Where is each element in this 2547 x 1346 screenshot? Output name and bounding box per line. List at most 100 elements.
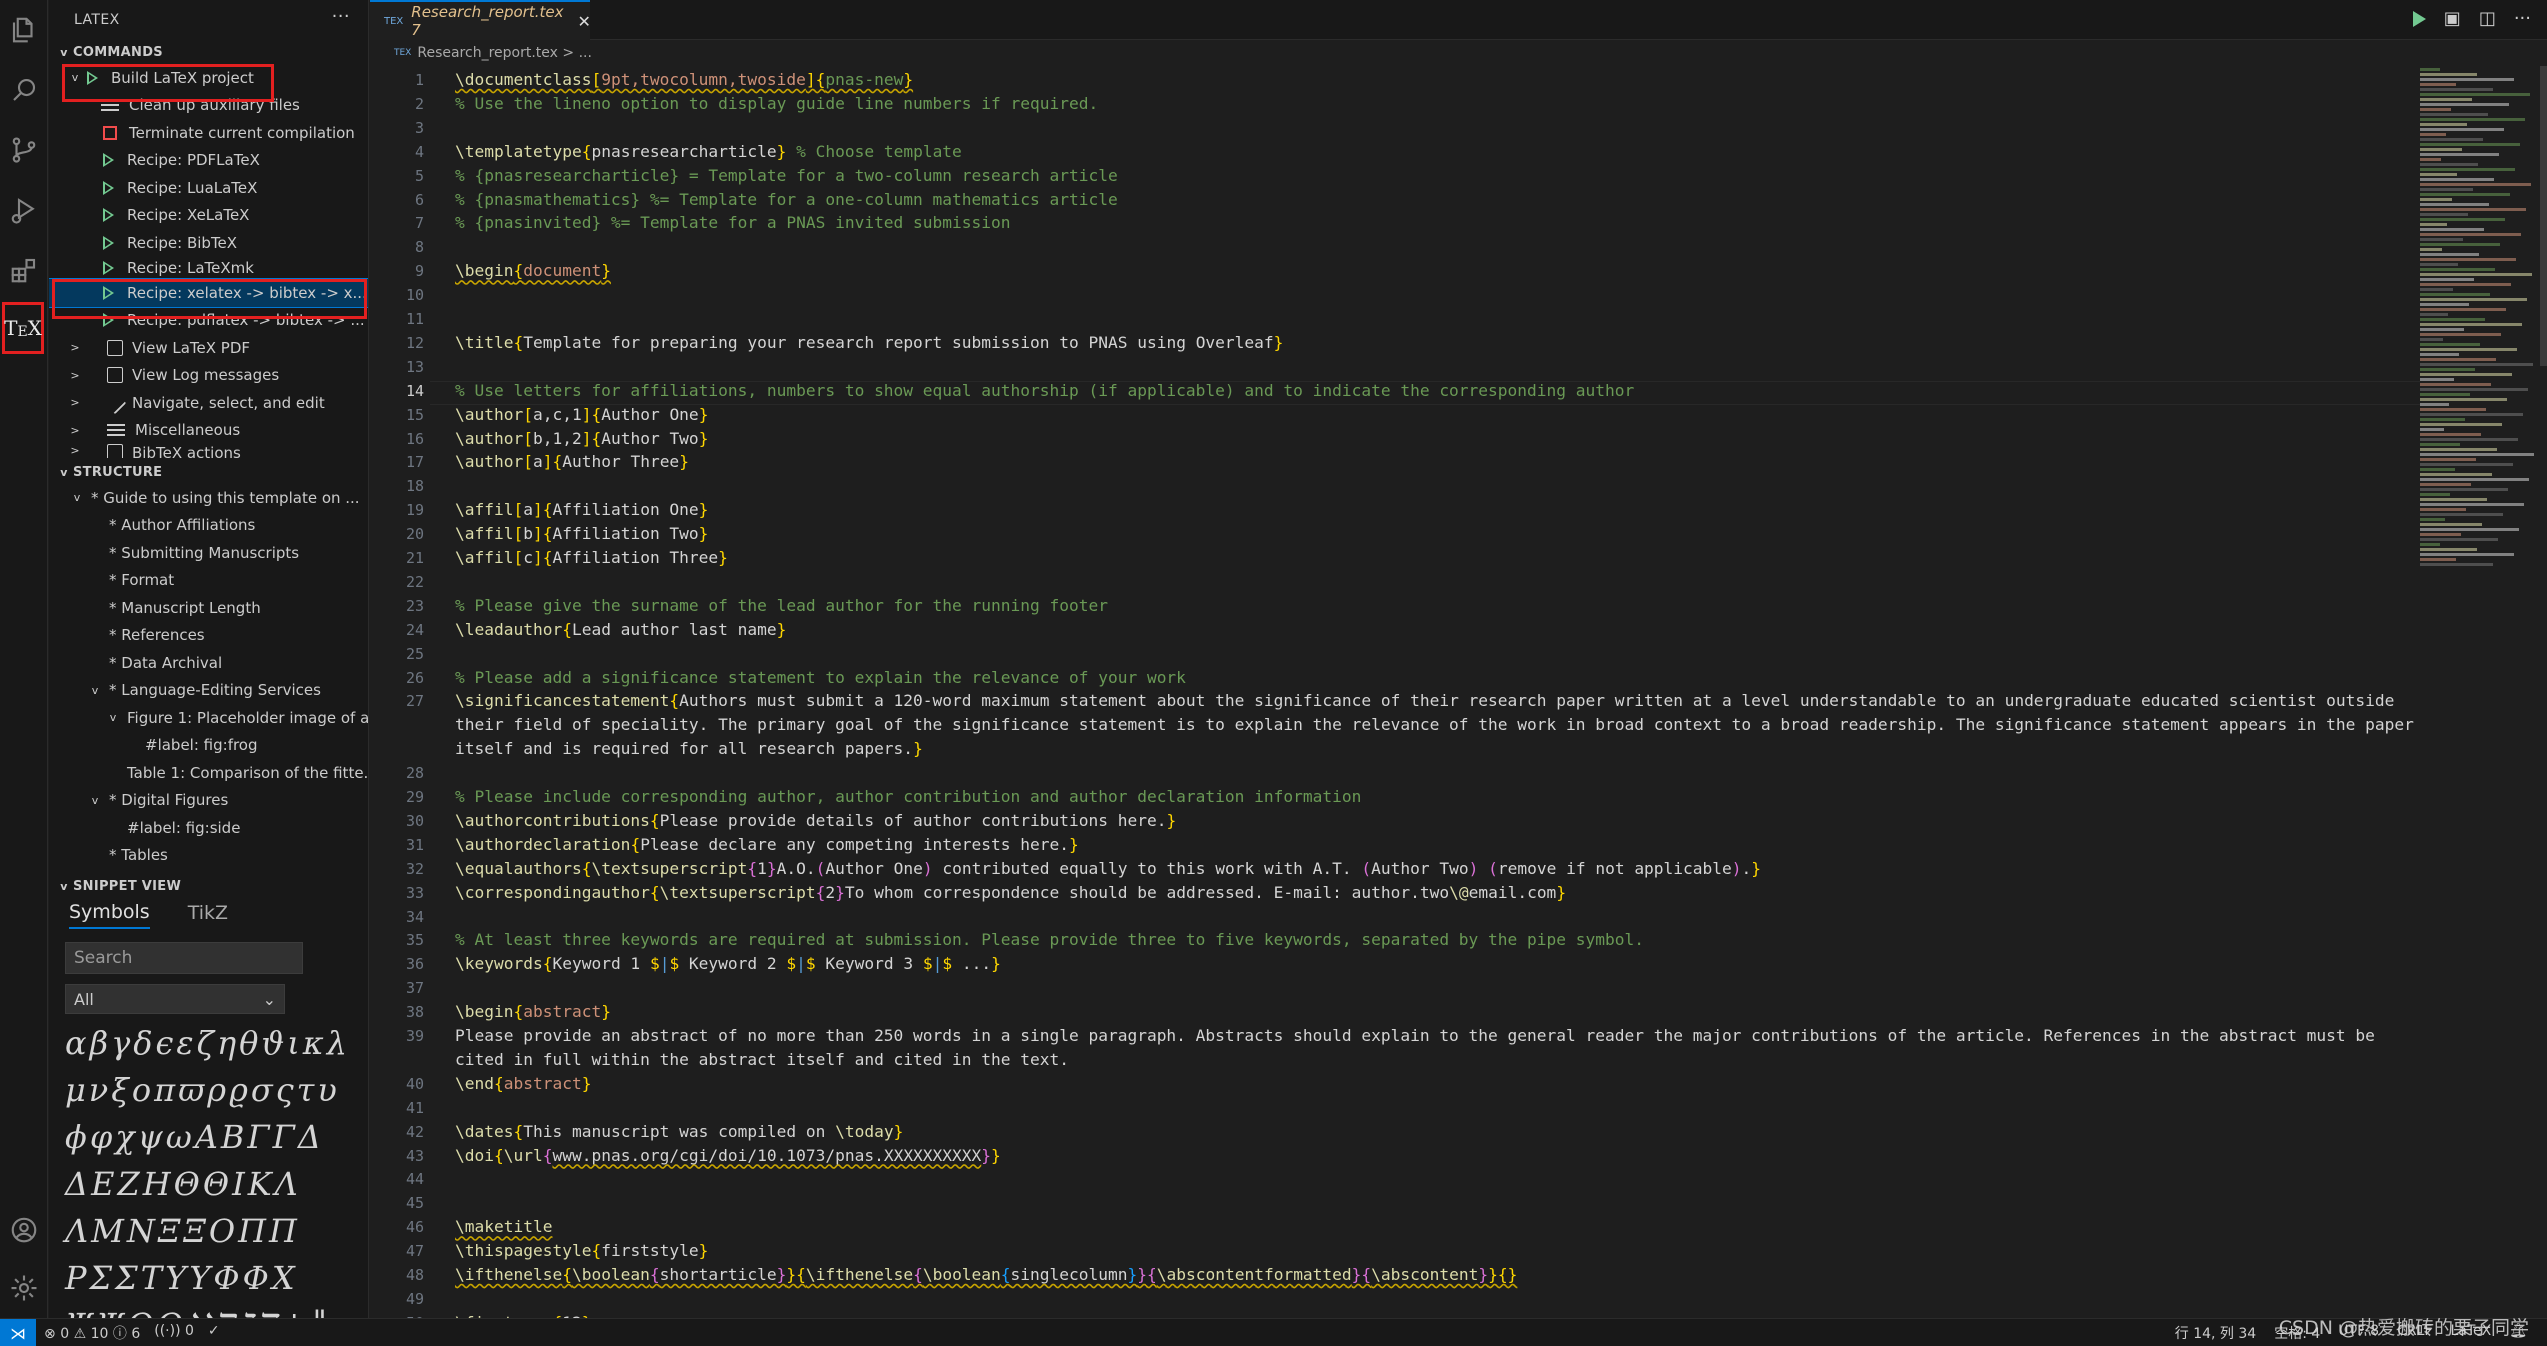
snippet-search-input[interactable]: Search (65, 942, 303, 974)
run-debug-icon[interactable] (0, 184, 48, 236)
build-run-icon[interactable] (2412, 11, 2426, 27)
close-icon[interactable]: ✕ (578, 12, 591, 31)
recipe-latexmk[interactable]: Recipe: LaTeXmk (49, 257, 368, 279)
cursor-position[interactable]: 行 14, 列 34 (2175, 1323, 2256, 1343)
structure-item[interactable]: v * Digital Figures (49, 787, 368, 815)
code-line[interactable]: % {pnasmathematics} %= Template for a on… (455, 190, 1118, 209)
command-terminate[interactable]: Terminate current compilation (49, 119, 368, 147)
code-line[interactable]: % Please add a significance statement to… (455, 668, 1186, 687)
structure-item[interactable]: v Figure 1: Placeholder image of a... (49, 704, 368, 732)
structure-item[interactable]: * Data Archival (49, 649, 368, 677)
symbol-row[interactable]: ΨΨΩΩℵℶℷℸ⊥∥ (49, 1302, 368, 1318)
structure-item[interactable]: * References (49, 622, 368, 650)
code-line[interactable]: \affil[a]{Affiliation One} (455, 500, 708, 519)
command-build[interactable]: v Build LaTeX project (49, 64, 368, 92)
symbol-row[interactable]: ΔΕΖΗΘΘΙΚΛ (49, 1161, 368, 1208)
code-line[interactable]: % Please include corresponding author, a… (455, 787, 1361, 806)
code-line[interactable]: \templatetype{pnasresearcharticle} % Cho… (455, 142, 962, 161)
problems-indicator[interactable]: ⊗ 0 ⚠ 10 ⓘ 6 (44, 1323, 140, 1343)
code-line[interactable]: \thispagestyle{firststyle} (455, 1241, 708, 1260)
search-icon[interactable] (0, 64, 48, 116)
tab-research-report[interactable]: TEX Research_report.tex 7 ✕ (370, 0, 591, 40)
account-icon[interactable] (0, 1204, 48, 1256)
code-line[interactable]: % Use the lineno option to display guide… (455, 94, 1098, 113)
ports-indicator[interactable]: ((·)) 0 (154, 1323, 194, 1343)
symbol-row[interactable]: ϕφχψωΑΒΓΓΔ (49, 1114, 368, 1161)
code-line[interactable]: % Use letters for affiliations, numbers … (455, 381, 1634, 400)
symbol-row[interactable]: μνξοπϖρϱσςτυ (49, 1067, 368, 1114)
code-line[interactable]: \equalauthors{\textsuperscript{1}A.O.(Au… (455, 859, 1761, 878)
command-view-log[interactable]: > View Log messages (49, 362, 368, 390)
code-line[interactable]: \begin{abstract} (455, 1002, 611, 1021)
recipe-pdflatex-bibtex-chain[interactable]: Recipe: pdflatex -> bibtex -> ... (49, 307, 368, 335)
code-line[interactable]: \significancestatement{Authors must subm… (455, 691, 2394, 710)
code-line[interactable]: \authordeclaration{Please declare any co… (455, 835, 1079, 854)
code-line[interactable]: \keywords{Keyword 1 $|$ Keyword 2 $|$ Ke… (455, 954, 1001, 973)
tex-icon[interactable]: TEX (2, 302, 44, 354)
command-misc[interactable]: > Miscellaneous (49, 417, 368, 445)
structure-item[interactable]: #label: fig:side (49, 814, 368, 842)
breadcrumb-file[interactable]: Research_report.tex (417, 45, 558, 61)
code-line[interactable]: \correspondingauthor{\textsuperscript{2}… (455, 883, 1566, 902)
breadcrumb-rest[interactable]: > ... (562, 45, 592, 61)
code-line[interactable]: \doi{\url{www.pnas.org/cgi/doi/10.1073/p… (455, 1146, 1001, 1165)
structure-item[interactable]: v * Guide to using this template on ... (49, 484, 368, 512)
code-line[interactable]: \end{abstract} (455, 1074, 591, 1093)
code-line[interactable]: \maketitle (455, 1217, 552, 1236)
code-line[interactable]: % {pnasresearcharticle} = Template for a… (455, 166, 1118, 185)
structure-item[interactable]: * Single column equations (49, 869, 368, 875)
code-line[interactable]: \title{Template for preparing your resea… (455, 333, 1283, 352)
command-clean[interactable]: Clean up auxiliary files (49, 92, 368, 120)
code-line[interactable]: \affil[b]{Affiliation Two} (455, 524, 708, 543)
split-editor-icon[interactable]: ◫ (2479, 8, 2496, 29)
code-line[interactable]: \dates{This manuscript was compiled on \… (455, 1122, 903, 1141)
code-line[interactable]: % Please give the surname of the lead au… (455, 596, 1108, 615)
recipe-lualatex[interactable]: Recipe: LuaLaTeX (49, 174, 368, 202)
check-icon[interactable]: ✓ (208, 1323, 220, 1343)
code-line[interactable]: their field of speciality. The primary g… (455, 715, 2414, 734)
snippet-filter-select[interactable]: All ⌄ (65, 984, 285, 1014)
code-line[interactable]: % At least three keywords are required a… (455, 930, 1644, 949)
code-line[interactable]: \ifthenelse{\boolean{shortarticle}}{\ift… (455, 1265, 1517, 1284)
code-line[interactable]: cited in full within the abstract itself… (455, 1050, 1069, 1069)
structure-item[interactable]: Table 1: Comparison of the fitte... (49, 759, 368, 787)
scroll-thumb[interactable] (2540, 66, 2547, 366)
more-actions-icon[interactable]: ··· (2514, 8, 2531, 29)
recipe-bibtex[interactable]: Recipe: BibTeX (49, 229, 368, 257)
view-pdf-icon[interactable]: ▣ (2444, 8, 2461, 29)
structure-item[interactable]: * Tables (49, 842, 368, 870)
more-actions-icon[interactable]: ··· (332, 6, 350, 27)
code-line[interactable]: \affil[c]{Affiliation Three} (455, 548, 728, 567)
command-navigate[interactable]: > Navigate, select, and edit (49, 389, 368, 417)
code-line[interactable]: Please provide an abstract of no more th… (455, 1026, 2375, 1045)
code-line[interactable]: % {pnasinvited} %= Template for a PNAS i… (455, 213, 1011, 232)
structure-item[interactable]: * Submitting Manuscripts (49, 539, 368, 567)
code-line[interactable]: \authorcontributions{Please provide deta… (455, 811, 1176, 830)
manage-gear-icon[interactable] (0, 1262, 48, 1314)
source-control-icon[interactable] (0, 124, 48, 176)
symbol-row[interactable]: ΛΜΝΞΞΟΠΠ (49, 1208, 368, 1255)
code-line[interactable]: \begin{document} (455, 261, 611, 280)
structure-item[interactable]: * Format (49, 567, 368, 595)
extensions-icon[interactable] (0, 244, 48, 296)
structure-section-header[interactable]: v STRUCTURE (49, 460, 368, 484)
structure-item[interactable]: #label: fig:frog (49, 732, 368, 760)
code-line[interactable]: \author[a,c,1]{Author One} (455, 405, 708, 424)
structure-item[interactable]: v * Language-Editing Services (49, 677, 368, 705)
tab-tikz[interactable]: TikZ (188, 902, 228, 928)
symbol-row[interactable]: ΡΣΣΤΥΥΦΦΧ (49, 1255, 368, 1302)
code-line[interactable]: \author[b,1,2]{Author Two} (455, 429, 708, 448)
recipe-xelatex[interactable]: Recipe: XeLaTeX (49, 202, 368, 230)
structure-item[interactable]: * Manuscript Length (49, 594, 368, 622)
command-view-pdf[interactable]: > View LaTeX PDF (49, 334, 368, 362)
structure-item[interactable]: * Author Affiliations (49, 512, 368, 540)
command-bibtex-actions[interactable]: > BibTeX actions (49, 444, 368, 458)
recipe-xelatex-bibtex-chain[interactable]: Recipe: xelatex -> bibtex -> x... (49, 277, 368, 308)
code-editor[interactable]: 1 \documentclass[9pt,twocolumn,twoside]{p… (370, 66, 2420, 1318)
explorer-icon[interactable] (0, 4, 48, 56)
symbol-row[interactable]: αβγδϵεζηθϑικλ (49, 1020, 368, 1067)
code-line[interactable]: \author[a]{Author Three} (455, 452, 689, 471)
recipe-pdflatex[interactable]: Recipe: PDFLaTeX (49, 147, 368, 175)
commands-section-header[interactable]: v COMMANDS (49, 40, 368, 64)
remote-icon[interactable]: ⋊ (0, 1319, 36, 1346)
